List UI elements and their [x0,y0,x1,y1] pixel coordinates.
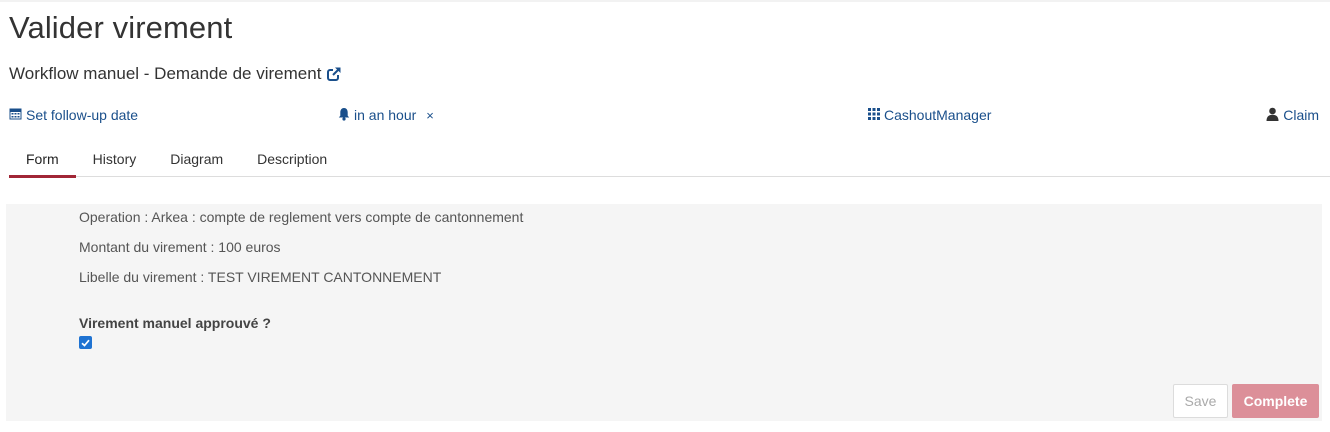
approval-checkbox[interactable] [79,336,92,349]
reminder-label: in an hour [354,107,417,123]
process-name-row: Workflow manuel - Demande de virement [9,64,342,84]
due-date-reminder[interactable]: in an hour × [338,104,434,126]
task-form-panel: Operation : Arkea : compte de reglement … [6,204,1322,421]
save-button[interactable]: Save [1173,384,1228,418]
task-tabs: Form History Diagram Description [9,142,1330,178]
operation-text: Operation : Arkea : compte de reglement … [79,209,524,225]
external-link-icon[interactable] [327,67,342,81]
top-border [0,0,1330,2]
candidate-group-button[interactable]: CashoutManager [868,104,991,126]
tab-diagram[interactable]: Diagram [153,142,240,177]
set-follow-up-date-button[interactable]: Set follow-up date [9,104,138,126]
calendar-icon [9,107,22,123]
grid-icon [868,107,880,123]
transfer-label-text: Libelle du virement : TEST VIREMENT CANT… [79,269,442,285]
tab-form[interactable]: Form [9,142,76,178]
checkmark-icon [81,339,90,347]
complete-button[interactable]: Complete [1232,384,1319,418]
amount-text: Montant du virement : 100 euros [79,239,281,255]
user-icon [1266,107,1279,124]
tab-description[interactable]: Description [240,142,344,177]
page-title: Valider virement [9,10,233,45]
set-follow-up-date-label: Set follow-up date [26,107,139,123]
remove-reminder-button[interactable]: × [426,108,434,123]
claim-button[interactable]: Claim [1266,104,1319,126]
approval-checkbox-label: Virement manuel approuvé ? [79,315,271,331]
bell-icon [338,107,350,124]
task-actions-row: Set follow-up date in an hour × CashoutM… [0,104,1330,126]
process-name: Workflow manuel - Demande de virement [9,64,322,83]
tab-history[interactable]: History [76,142,154,177]
claim-label: Claim [1283,107,1319,123]
candidate-group-label: CashoutManager [884,107,992,123]
